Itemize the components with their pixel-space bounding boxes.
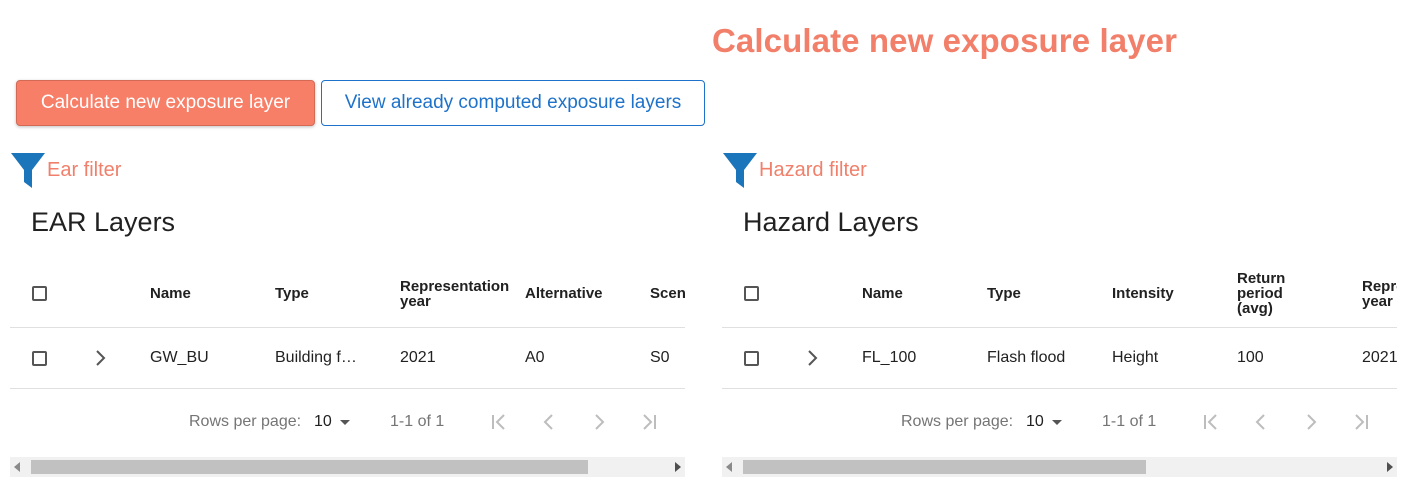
caret-down-icon xyxy=(1051,419,1062,425)
row-checkbox[interactable] xyxy=(32,350,47,366)
cell-return-period: 100 xyxy=(1237,349,1264,366)
column-header-representation-year[interactable]: Repre year xyxy=(1362,260,1397,327)
last-page-icon[interactable] xyxy=(1351,406,1371,438)
ear-layers-panel: Ear filter EAR Layers Name Type Represen… xyxy=(10,146,685,496)
cell-representation-year: 2021 xyxy=(1362,349,1397,366)
first-page-icon[interactable] xyxy=(489,406,509,438)
cell-type: Building f… xyxy=(275,349,357,366)
chevron-right-icon[interactable] xyxy=(806,328,818,388)
scroll-left-arrow[interactable] xyxy=(726,462,732,472)
column-header-representation-year[interactable]: Representation year xyxy=(400,260,515,327)
horizontal-scrollbar[interactable] xyxy=(722,457,1397,477)
rows-per-page-select[interactable]: 10 xyxy=(314,406,350,438)
caret-down-icon xyxy=(339,419,350,425)
rows-per-page-select[interactable]: 10 xyxy=(1026,406,1062,438)
ear-table-title: EAR Layers xyxy=(31,207,176,237)
hazard-filter-label: Hazard filter xyxy=(759,158,867,181)
rows-per-page-label: Rows per page: xyxy=(901,413,1014,430)
select-all-cell xyxy=(32,260,47,327)
rows-per-page-label: Rows per page: xyxy=(189,413,302,430)
scroll-left-arrow[interactable] xyxy=(14,462,20,472)
calculate-exposure-button[interactable]: Calculate new exposure layer xyxy=(16,80,315,126)
row-select-cell xyxy=(744,328,759,388)
ear-filter-toggle[interactable]: Ear filter xyxy=(10,150,121,190)
cell-scenario: S0 xyxy=(650,349,670,366)
cell-name: GW_BU xyxy=(150,349,209,366)
cell-name: FL_100 xyxy=(862,349,917,366)
column-header-intensity[interactable]: Intensity xyxy=(1112,260,1222,327)
pagination: Rows per page: 10 1-1 of 1 xyxy=(722,406,1397,438)
column-header-type[interactable]: Type xyxy=(275,260,385,327)
column-header-name[interactable]: Name xyxy=(862,260,972,327)
row-checkbox[interactable] xyxy=(744,350,759,366)
pagination-range: 1-1 of 1 xyxy=(390,413,445,430)
cell-alternative: A0 xyxy=(525,349,545,366)
table-row[interactable]: GW_BU Building f… 2021 A0 S0 xyxy=(10,328,685,389)
scroll-right-arrow[interactable] xyxy=(675,462,681,472)
chevron-left-icon[interactable] xyxy=(539,406,559,438)
first-page-icon[interactable] xyxy=(1201,406,1221,438)
scrollbar-thumb[interactable] xyxy=(31,460,588,474)
pagination: Rows per page: 10 1-1 of 1 xyxy=(10,406,685,438)
select-all-checkbox[interactable] xyxy=(32,286,47,301)
chevron-right-icon[interactable] xyxy=(589,406,609,438)
scrollbar-thumb[interactable] xyxy=(743,460,1146,474)
pagination-range: 1-1 of 1 xyxy=(1102,413,1157,430)
chevron-right-icon[interactable] xyxy=(1301,406,1321,438)
column-header-alternative[interactable]: Alternative xyxy=(525,260,635,327)
select-all-checkbox[interactable] xyxy=(744,286,759,301)
cell-type: Flash flood xyxy=(987,349,1066,366)
hazard-filter-toggle[interactable]: Hazard filter xyxy=(722,150,867,190)
view-exposure-layers-button[interactable]: View already computed exposure layers xyxy=(321,80,705,126)
funnel-icon xyxy=(723,153,757,188)
rows-per-page-value: 10 xyxy=(314,413,332,430)
ear-table-header: Name Type Representation year Alternativ… xyxy=(10,260,685,328)
column-header-scenario[interactable]: Scen xyxy=(650,260,685,327)
scroll-right-arrow[interactable] xyxy=(1387,462,1393,472)
horizontal-scrollbar[interactable] xyxy=(10,457,685,477)
cell-intensity: Height xyxy=(1112,349,1159,366)
page-title: Calculate new exposure layer xyxy=(712,22,1178,59)
column-header-return-period[interactable]: Return period (avg) xyxy=(1237,260,1299,327)
column-header-name[interactable]: Name xyxy=(150,260,260,327)
last-page-icon[interactable] xyxy=(639,406,659,438)
hazard-table-title: Hazard Layers xyxy=(743,207,919,237)
chevron-left-icon[interactable] xyxy=(1251,406,1271,438)
ear-filter-label: Ear filter xyxy=(47,158,122,181)
cell-representation-year: 2021 xyxy=(400,349,436,366)
rows-per-page-value: 10 xyxy=(1026,413,1044,430)
hazard-table-header: Name Type Intensity Return period (avg) … xyxy=(722,260,1397,328)
row-select-cell xyxy=(32,328,47,388)
column-header-type[interactable]: Type xyxy=(987,260,1097,327)
hazard-layers-panel: Hazard filter Hazard Layers Name Type In… xyxy=(722,146,1397,496)
funnel-icon xyxy=(11,153,45,188)
table-row[interactable]: FL_100 Flash flood Height 100 2021 xyxy=(722,328,1397,389)
select-all-cell xyxy=(744,260,759,327)
chevron-right-icon[interactable] xyxy=(94,328,106,388)
